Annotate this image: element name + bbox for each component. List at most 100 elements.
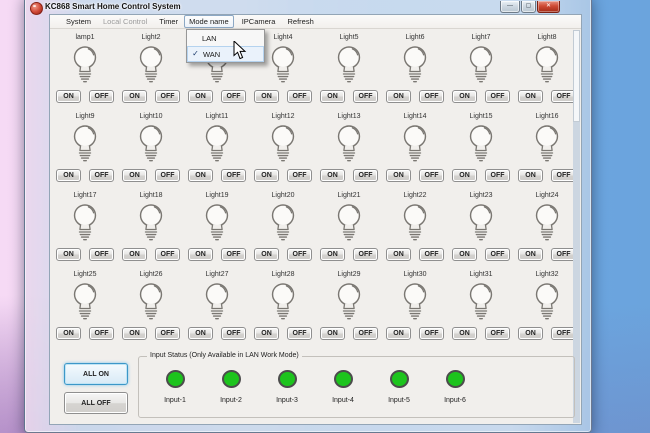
light-bulb-icon — [200, 122, 234, 167]
off-button[interactable]: OFF — [353, 327, 378, 340]
on-button[interactable]: ON — [386, 90, 411, 103]
off-button[interactable]: OFF — [155, 90, 180, 103]
input-status-lamp — [166, 370, 185, 388]
on-button[interactable]: ON — [188, 327, 213, 340]
input-status-lamp — [446, 370, 465, 388]
on-button[interactable]: ON — [386, 248, 411, 261]
on-button[interactable]: ON — [122, 248, 147, 261]
off-button[interactable]: OFF — [485, 248, 510, 261]
menu-item-local-control[interactable]: Local Control — [99, 16, 151, 27]
off-button[interactable]: OFF — [353, 248, 378, 261]
on-button[interactable]: ON — [56, 327, 81, 340]
input-label: Input-4 — [315, 397, 371, 404]
off-button[interactable]: OFF — [287, 169, 312, 182]
on-button[interactable]: ON — [188, 248, 213, 261]
on-button[interactable]: ON — [452, 169, 477, 182]
off-button[interactable]: OFF — [89, 327, 114, 340]
on-button[interactable]: ON — [320, 248, 345, 261]
on-button[interactable]: ON — [452, 90, 477, 103]
input-label: Input-2 — [203, 397, 259, 404]
on-button[interactable]: ON — [122, 327, 147, 340]
off-button[interactable]: OFF — [287, 327, 312, 340]
on-button[interactable]: ON — [56, 248, 81, 261]
on-button[interactable]: ON — [254, 169, 279, 182]
menu-item-refresh[interactable]: Refresh — [283, 16, 317, 27]
on-button[interactable]: ON — [452, 248, 477, 261]
light-cell-light11: Light11 ON OFF — [184, 112, 250, 182]
off-button[interactable]: OFF — [419, 169, 444, 182]
off-button[interactable]: OFF — [155, 248, 180, 261]
menu-item-ipcamera[interactable]: IPCamera — [238, 16, 280, 27]
menu-item-system[interactable]: System — [62, 16, 95, 27]
on-button[interactable]: ON — [254, 327, 279, 340]
off-button[interactable]: OFF — [155, 327, 180, 340]
light-label: Light21 — [338, 191, 361, 201]
mode-menu-item-wan[interactable]: ✓ WAN — [187, 46, 264, 62]
off-button[interactable]: OFF — [155, 169, 180, 182]
off-button[interactable]: OFF — [89, 248, 114, 261]
minimize-button[interactable]: — — [500, 1, 520, 13]
maximize-button[interactable]: ▢ — [521, 1, 536, 13]
off-button[interactable]: OFF — [221, 169, 246, 182]
light-bulb-icon — [134, 280, 168, 325]
all-off-button[interactable]: ALL OFF — [64, 392, 128, 414]
on-button[interactable]: ON — [386, 169, 411, 182]
on-button[interactable]: ON — [56, 169, 81, 182]
on-button[interactable]: ON — [320, 327, 345, 340]
off-button[interactable]: OFF — [287, 90, 312, 103]
on-button[interactable]: ON — [188, 169, 213, 182]
on-button[interactable]: ON — [254, 248, 279, 261]
on-button[interactable]: ON — [452, 327, 477, 340]
off-button[interactable]: OFF — [419, 327, 444, 340]
on-button[interactable]: ON — [122, 90, 147, 103]
off-button[interactable]: OFF — [89, 169, 114, 182]
off-button[interactable]: OFF — [485, 90, 510, 103]
off-button[interactable]: OFF — [485, 327, 510, 340]
menu-item-mode-name[interactable]: Mode name — [184, 15, 234, 28]
on-button[interactable]: ON — [518, 327, 543, 340]
on-button[interactable]: ON — [518, 90, 543, 103]
light-bulb-icon — [200, 280, 234, 325]
light-cell-light27: Light27 ON OFF — [184, 270, 250, 340]
mode-menu-item-lan[interactable]: LAN — [187, 30, 264, 46]
off-button[interactable]: OFF — [485, 169, 510, 182]
on-button[interactable]: ON — [386, 327, 411, 340]
light-label: Light9 — [75, 112, 94, 122]
on-button[interactable]: ON — [320, 169, 345, 182]
app-window: KC868 Smart Home Control System — ▢ ✕ Sy… — [24, 0, 592, 433]
on-button[interactable]: ON — [122, 169, 147, 182]
close-button[interactable]: ✕ — [537, 1, 560, 13]
off-button[interactable]: OFF — [353, 90, 378, 103]
on-button[interactable]: ON — [56, 90, 81, 103]
off-button[interactable]: OFF — [353, 169, 378, 182]
on-button[interactable]: ON — [188, 90, 213, 103]
scrollbar-thumb[interactable] — [573, 30, 580, 122]
light-bulb-icon — [68, 122, 102, 167]
on-button[interactable]: ON — [254, 90, 279, 103]
title-bar[interactable]: KC868 Smart Home Control System — ▢ ✕ — [25, 1, 591, 14]
input-status-item: Input-6 — [427, 370, 483, 404]
light-label: Light27 — [206, 270, 229, 280]
menu-item-label: Refresh — [287, 17, 313, 26]
light-label: Light26 — [140, 270, 163, 280]
all-on-button[interactable]: ALL ON — [64, 363, 128, 385]
on-button[interactable]: ON — [320, 90, 345, 103]
off-button[interactable]: OFF — [287, 248, 312, 261]
off-button[interactable]: OFF — [419, 248, 444, 261]
input-status-item: Input-5 — [371, 370, 427, 404]
off-button[interactable]: OFF — [89, 90, 114, 103]
on-button[interactable]: ON — [518, 248, 543, 261]
light-bulb-icon — [464, 43, 498, 88]
light-label: Light23 — [470, 191, 493, 201]
on-button[interactable]: ON — [518, 169, 543, 182]
off-button[interactable]: OFF — [221, 327, 246, 340]
off-button[interactable]: OFF — [419, 90, 444, 103]
light-cell-light6: Light6 ON OFF — [382, 33, 448, 103]
input-label: Input-1 — [147, 397, 203, 404]
light-bulb-icon — [68, 201, 102, 246]
off-button[interactable]: OFF — [221, 90, 246, 103]
off-button[interactable]: OFF — [221, 248, 246, 261]
light-bulb-icon — [134, 122, 168, 167]
light-label: Light17 — [74, 191, 97, 201]
menu-item-timer[interactable]: Timer — [155, 16, 182, 27]
